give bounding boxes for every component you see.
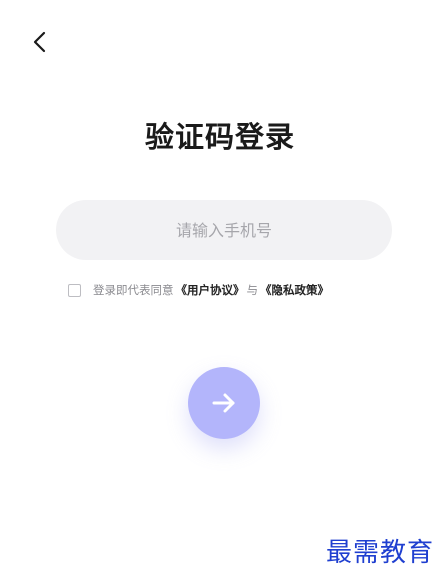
- chevron-left-icon: [33, 31, 46, 53]
- agreement-row: 登录即代表同意 《用户协议》 与 《隐私政策》: [68, 282, 331, 298]
- submit-wrap: [188, 367, 260, 439]
- submit-button[interactable]: [188, 367, 260, 439]
- agreement-prefix: 登录即代表同意: [93, 283, 174, 297]
- arrow-right-icon: [212, 393, 235, 413]
- user-agreement-link[interactable]: 《用户协议》: [176, 282, 245, 298]
- privacy-policy-link[interactable]: 《隐私政策》: [260, 282, 329, 298]
- login-screen: 验证码登录 登录即代表同意 《用户协议》 与 《隐私政策》 最需教育: [0, 0, 440, 579]
- agreement-conjunction: 与: [246, 283, 259, 297]
- phone-field[interactable]: [56, 200, 392, 260]
- page-title: 验证码登录: [144, 120, 295, 154]
- phone-input[interactable]: [56, 200, 392, 260]
- back-button[interactable]: [26, 28, 54, 56]
- watermark: 最需教育: [325, 538, 434, 568]
- agreement-checkbox[interactable]: [68, 283, 81, 297]
